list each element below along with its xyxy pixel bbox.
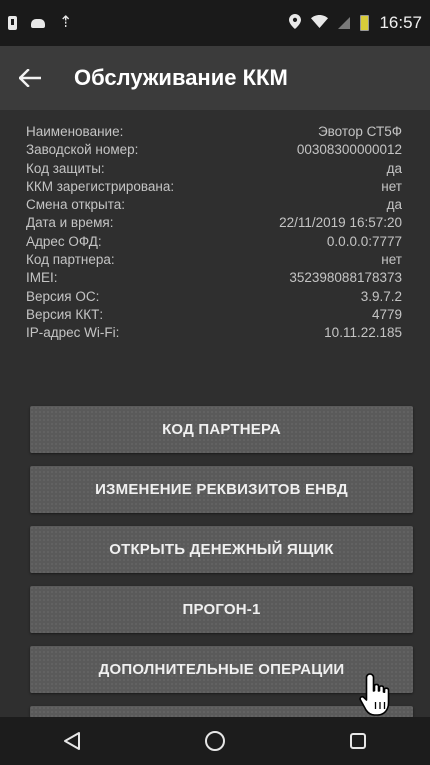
info-row-kkt-version: Версия ККТ: 4779: [26, 306, 402, 324]
info-value: нет: [381, 178, 402, 194]
hand-cursor-icon: [359, 673, 390, 716]
open-cash-drawer-button[interactable]: ОТКРЫТЬ ДЕНЕЖНЫЙ ЯЩИК: [30, 526, 413, 573]
home-circle-icon[interactable]: [185, 717, 245, 765]
info-row-wifi-ip: IP-адрес Wi-Fi: 10.11.22.185: [26, 324, 402, 342]
info-row-partner-code: Код партнера: нет: [26, 251, 402, 269]
info-row-registered: ККМ зарегистрирована: нет: [26, 178, 402, 196]
info-label: Версия ККТ:: [26, 306, 104, 322]
info-label: IP-адрес Wi-Fi:: [26, 325, 120, 341]
status-right-icons: 16:57: [289, 13, 422, 33]
info-value: да: [386, 160, 402, 176]
info-value: да: [386, 197, 402, 213]
info-value: 0.0.0.0:7777: [326, 233, 402, 249]
navigation-bar: [0, 717, 430, 765]
run-1-button[interactable]: ПРОГОН-1: [30, 586, 413, 633]
partner-code-button[interactable]: КОД ПАРТНЕРА: [30, 406, 413, 453]
info-label: Код защиты:: [26, 160, 105, 176]
info-row-protection-code: Код защиты: да: [26, 160, 402, 178]
status-time: 16:57: [379, 13, 422, 32]
info-value: нет: [381, 252, 402, 268]
location-icon: [289, 14, 302, 32]
info-label: Адрес ОФД:: [26, 233, 102, 249]
change-envd-details-button[interactable]: ИЗМЕНЕНИЕ РЕКВИЗИТОВ ЕНВД: [30, 466, 413, 513]
info-row-datetime: Дата и время: 22/11/2019 16:57:20: [26, 214, 402, 232]
info-row-ofd-address: Адрес ОФД: 0.0.0.0:7777: [26, 233, 402, 251]
info-value: 00308300000012: [296, 142, 402, 158]
info-label: Наименование:: [26, 124, 124, 139]
status-left-icons: ⇡: [8, 15, 72, 31]
info-label: Код партнера:: [26, 252, 115, 268]
sim-card-icon: [8, 16, 17, 30]
cloud-icon: [31, 18, 45, 28]
battery-icon: [360, 15, 370, 31]
page-title: Обслуживание ККМ: [74, 65, 288, 90]
info-row-shift-open: Смена открыта: да: [26, 196, 402, 214]
arrow-left-icon[interactable]: [0, 63, 60, 94]
info-row-serial: Заводской номер: 00308300000012: [26, 141, 402, 159]
info-row-imei: IMEI: 352398088178373: [26, 269, 402, 287]
upload-icon: ⇡: [59, 14, 73, 31]
info-label: Версия ОС:: [26, 288, 100, 304]
info-label: Смена открыта:: [26, 197, 126, 213]
info-value: Эвотор СТ5Ф: [317, 124, 402, 139]
info-label: Заводской номер:: [26, 142, 139, 158]
signal-icon: [338, 17, 351, 29]
info-value: 3.9.7.2: [360, 288, 402, 304]
info-value: 352398088178373: [289, 270, 402, 286]
wifi-icon: [311, 15, 329, 31]
additional-operations-button[interactable]: ДОПОЛНИТЕЛЬНЫЕ ОПЕРАЦИИ: [30, 646, 413, 693]
info-value: 22/11/2019 16:57:20: [279, 215, 402, 231]
device-info-list: Наименование: Эвотор СТ5Ф Заводской номе…: [26, 123, 402, 343]
info-label: IMEI:: [26, 270, 58, 286]
app-bar: Обслуживание ККМ: [0, 46, 430, 110]
status-bar: ⇡ 16:57: [0, 0, 430, 46]
back-triangle-icon[interactable]: [42, 717, 102, 765]
info-row-name: Наименование: Эвотор СТ5Ф: [26, 123, 402, 141]
info-row-os-version: Версия ОС: 3.9.7.2: [26, 288, 402, 306]
info-label: ККМ зарегистрирована:: [26, 178, 175, 194]
info-label: Дата и время:: [26, 215, 114, 231]
recents-square-icon[interactable]: [328, 717, 388, 765]
action-buttons: КОД ПАРТНЕРА ИЗМЕНЕНИЕ РЕКВИЗИТОВ ЕНВД О…: [30, 406, 413, 718]
info-value: 4779: [371, 306, 402, 322]
info-value: 10.11.22.185: [324, 325, 402, 341]
